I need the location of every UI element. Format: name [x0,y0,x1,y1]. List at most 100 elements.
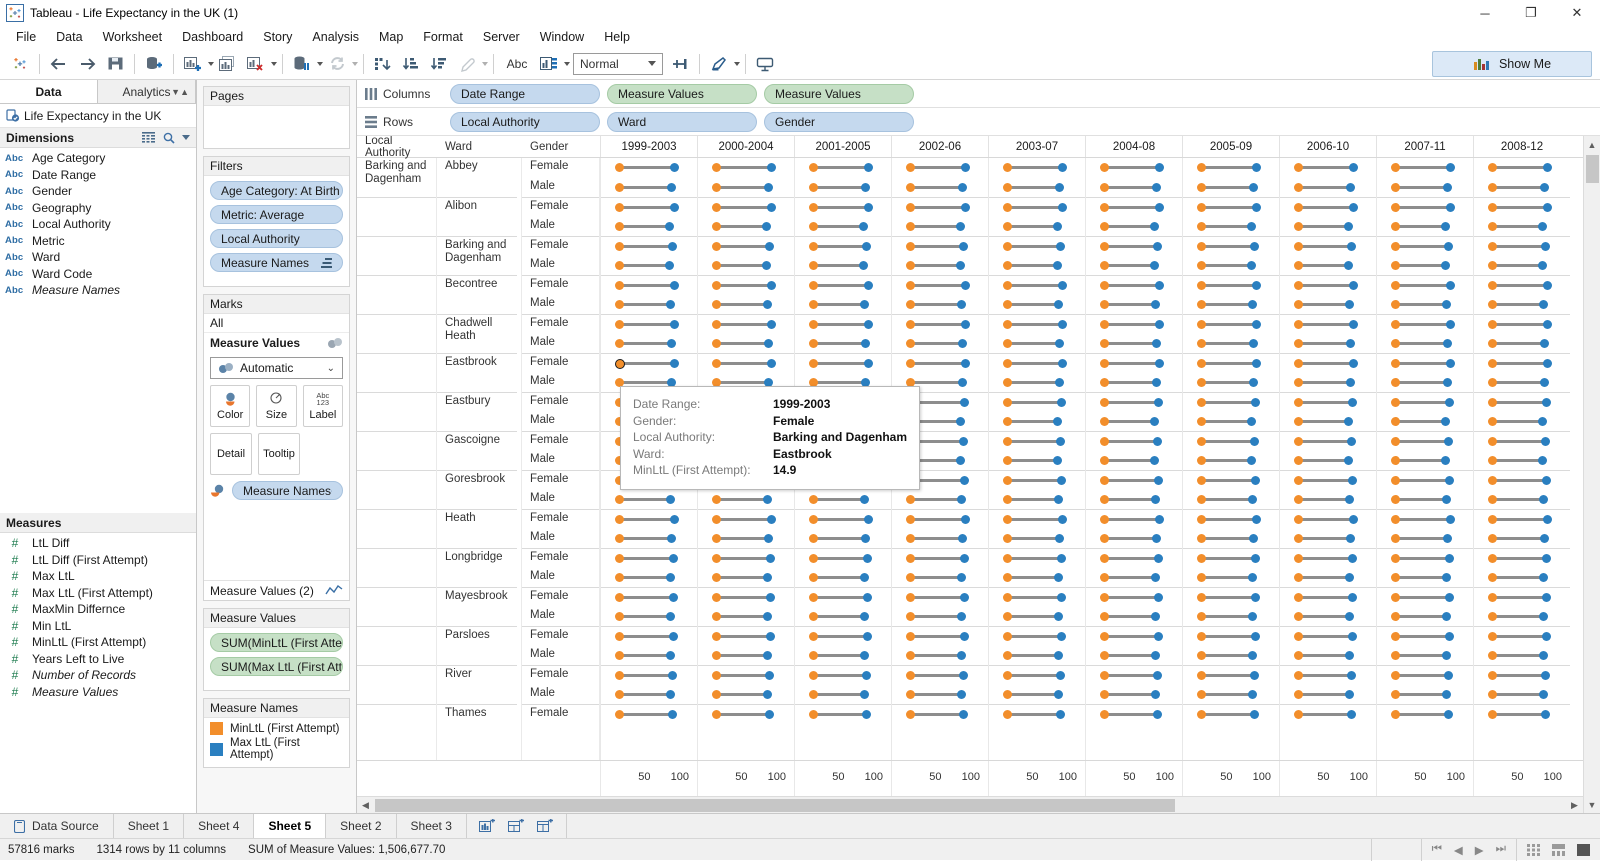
marks-measure-values-tab[interactable]: Measure Values [204,333,349,353]
column-header-date[interactable]: 2004-08 [1085,136,1182,157]
dot-max-ltl[interactable] [860,612,869,621]
dumbbell-row[interactable] [601,178,697,198]
dot-max-ltl[interactable] [1542,398,1551,407]
dot-max-ltl[interactable] [960,632,969,641]
measure-maxmin-differnce[interactable]: #MaxMin Differnce [0,601,196,618]
dot-max-ltl[interactable] [1345,300,1354,309]
dimension-age-category[interactable]: AbcAge Category [0,150,196,167]
dot-max-ltl[interactable] [670,359,679,368]
dot-min-ltl[interactable] [1391,476,1400,485]
dot-min-ltl[interactable] [1100,690,1109,699]
cell-ward[interactable]: Parsloes [437,626,517,646]
dot-max-ltl[interactable] [1055,378,1064,387]
dot-min-ltl[interactable] [1488,515,1497,524]
dot-max-ltl[interactable] [864,320,873,329]
dot-max-ltl[interactable] [859,261,868,270]
dot-max-ltl[interactable] [957,573,966,582]
dot-max-ltl[interactable] [763,612,772,621]
dot-max-ltl[interactable] [669,554,678,563]
dot-max-ltl[interactable] [1151,612,1160,621]
dot-min-ltl[interactable] [906,710,915,719]
dot-min-ltl[interactable] [615,632,624,641]
dumbbell-row[interactable] [989,275,1085,295]
cell-gender[interactable]: Male [522,490,599,510]
dumbbell-row[interactable] [795,704,891,724]
dot-min-ltl[interactable] [906,573,915,582]
dot-min-ltl[interactable] [615,612,624,621]
dumbbell-row[interactable] [795,490,891,510]
dumbbell-row[interactable] [795,353,891,373]
cell-gender[interactable]: Female [522,353,599,373]
dumbbell-row[interactable] [1183,548,1279,568]
dumbbell-row[interactable] [1377,685,1473,705]
dumbbell-row[interactable] [1280,431,1376,451]
dot-min-ltl[interactable] [1003,359,1012,368]
dot-max-ltl[interactable] [762,222,771,231]
close-button[interactable]: ✕ [1554,0,1600,26]
dumbbell-row[interactable] [1280,314,1376,334]
dumbbell-row[interactable] [1474,587,1570,607]
dot-min-ltl[interactable] [1003,515,1012,524]
rows-pill-gender[interactable]: Gender [764,112,914,132]
dumbbell-row[interactable] [989,314,1085,334]
dot-max-ltl[interactable] [960,554,969,563]
dot-max-ltl[interactable] [1347,437,1356,446]
dumbbell-row[interactable] [1086,412,1182,432]
dot-min-ltl[interactable] [906,300,915,309]
dot-max-ltl[interactable] [957,690,966,699]
dumbbell-row[interactable] [698,685,794,705]
dot-min-ltl[interactable] [712,690,721,699]
dumbbell-row[interactable] [1377,314,1473,334]
measure-ltl-diff-first-attempt[interactable]: #LtL Diff (First Attempt) [0,552,196,569]
columns-pill-date-range[interactable]: Date Range [450,84,600,104]
dumbbell-row[interactable] [1474,470,1570,490]
dumbbell-row[interactable] [1377,509,1473,529]
dumbbell-row[interactable] [601,256,697,276]
cell-ward[interactable] [437,373,521,393]
dot-max-ltl[interactable] [1150,261,1159,270]
dumbbell-row[interactable] [1086,158,1182,178]
filter-pill-metric[interactable]: Metric: Average [210,205,343,224]
dumbbell-row[interactable] [601,158,697,178]
dumbbell-row[interactable] [1086,665,1182,685]
dot-min-ltl[interactable] [1391,359,1400,368]
dumbbell-row[interactable] [1377,392,1473,412]
dot-max-ltl[interactable] [1155,203,1164,212]
dumbbell-row[interactable] [1086,626,1182,646]
dot-min-ltl[interactable] [1488,612,1497,621]
dot-max-ltl[interactable] [1057,398,1066,407]
dumbbell-row[interactable] [1280,587,1376,607]
back-arrow-icon[interactable] [46,51,72,77]
cell-local-authority[interactable] [357,626,436,646]
dumbbell-row[interactable] [601,334,697,354]
dot-min-ltl[interactable] [1197,242,1206,251]
dot-min-ltl[interactable] [1391,163,1400,172]
dumbbell-row[interactable] [1280,685,1376,705]
column-header-date[interactable]: 2005-09 [1182,136,1279,157]
full-view-icon[interactable] [1577,844,1590,856]
dot-max-ltl[interactable] [669,632,678,641]
dot-max-ltl[interactable] [959,242,968,251]
cell-gender[interactable]: Male [522,217,599,237]
dumbbell-row[interactable] [1280,704,1376,724]
dot-min-ltl[interactable] [1488,339,1497,348]
dot-max-ltl[interactable] [668,671,677,680]
dumbbell-row[interactable] [1474,431,1570,451]
dot-min-ltl[interactable] [1488,593,1497,602]
dumbbell-row[interactable] [1183,529,1279,549]
cell-ward[interactable] [437,412,521,432]
cell-local-authority[interactable] [357,392,436,412]
tab-data[interactable]: Data [0,80,98,103]
dot-min-ltl[interactable] [1100,281,1109,290]
dumbbell-row[interactable] [892,236,988,256]
column-header-date[interactable]: 1999-2003 [600,136,697,157]
dimension-ward-code[interactable]: AbcWard Code [0,266,196,283]
dot-min-ltl[interactable] [1391,651,1400,660]
dot-max-ltl[interactable] [1057,554,1066,563]
dimension-ward[interactable]: AbcWard [0,249,196,266]
dot-max-ltl[interactable] [1540,339,1549,348]
dot-max-ltl[interactable] [1251,554,1260,563]
dot-min-ltl[interactable] [1391,437,1400,446]
cell-gender[interactable]: Female [522,236,599,256]
dot-max-ltl[interactable] [1057,632,1066,641]
